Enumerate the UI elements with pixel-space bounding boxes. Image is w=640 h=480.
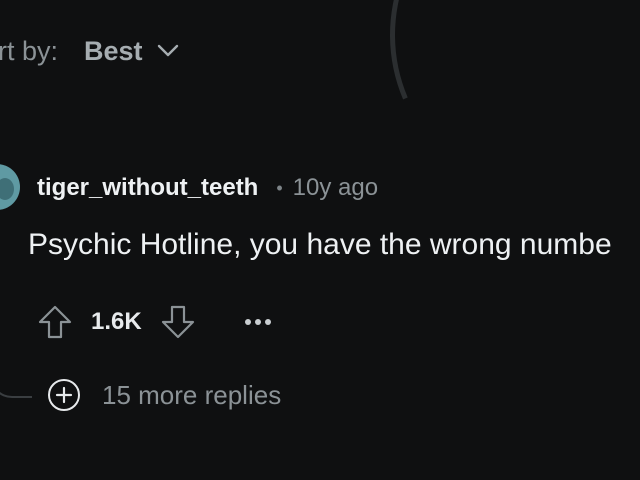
sort-label: rt by: — [0, 35, 59, 66]
decorative-arc — [340, 0, 640, 250]
more-options-icon[interactable] — [244, 318, 272, 326]
vote-score: 1.6K — [91, 308, 142, 335]
comment-meta: tiger_without_teeth • 10y ago — [37, 170, 378, 206]
comment-timestamp: 10y ago — [292, 174, 379, 201]
more-replies-button[interactable]: 15 more replies — [47, 377, 281, 413]
more-replies-label[interactable]: 15 more replies — [102, 380, 281, 411]
meta-separator: • — [276, 177, 283, 198]
plus-circle-icon[interactable] — [47, 378, 81, 412]
chevron-down-icon[interactable] — [157, 44, 179, 58]
sort-value[interactable]: Best — [84, 36, 143, 67]
thread-connector-line — [0, 360, 32, 398]
avatar-silhouette — [0, 178, 14, 200]
downvote-arrow-icon[interactable] — [160, 304, 196, 340]
upvote-arrow-icon[interactable] — [37, 304, 73, 340]
user-avatar-icon[interactable] — [0, 164, 20, 210]
comment-username[interactable]: tiger_without_teeth — [37, 174, 258, 202]
comment-body: Psychic Hotline, you have the wrong numb… — [28, 228, 612, 261]
sort-control[interactable]: rt by: Best — [0, 33, 179, 69]
comment-actions: 1.6K — [37, 302, 272, 342]
